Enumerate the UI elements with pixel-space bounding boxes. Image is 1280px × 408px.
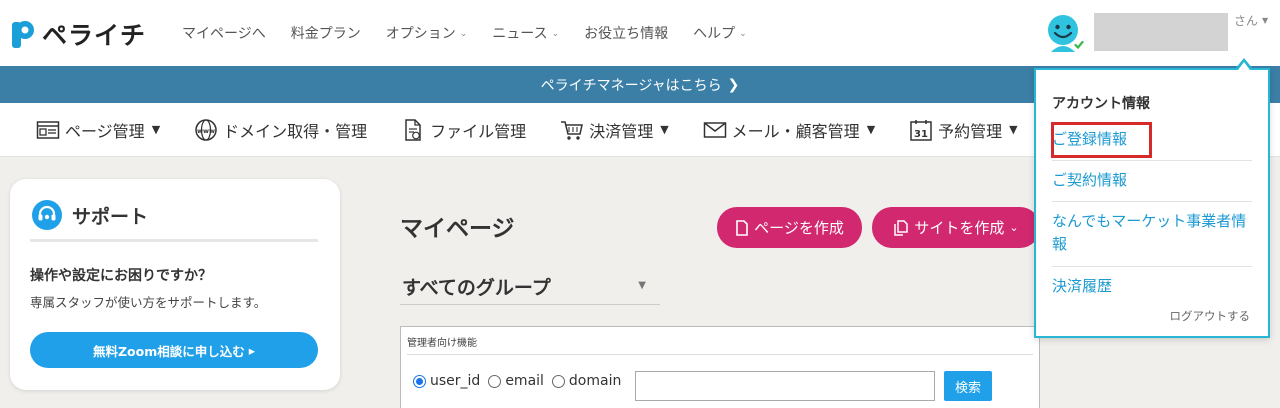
divider	[1052, 201, 1252, 202]
nav-label: ヘルプ	[693, 26, 736, 42]
logout-link[interactable]: ログアウトする	[1170, 308, 1251, 324]
radio-label: user_id	[430, 373, 481, 389]
divider	[1052, 160, 1252, 161]
chevron-down-icon: ⌄	[1009, 221, 1019, 234]
divider	[407, 354, 1033, 355]
tool-reservation[interactable]: 31 予約管理 ▼	[909, 118, 1018, 142]
chevron-down-icon: ⌄	[459, 29, 468, 39]
top-nav: マイページへ 料金プラン オプション ⌄ ニュース ⌄ お役立ち情報 ヘルプ ⌄	[182, 0, 772, 66]
create-site-label: サイトを作成	[914, 219, 1005, 237]
support-description: 専属スタッフが使い方をサポートします。	[30, 295, 267, 310]
dropdown-heading: アカウント情報	[1052, 96, 1150, 112]
nav-label: マイページへ	[182, 26, 266, 42]
create-site-button[interactable]: サイトを作成 ⌄	[872, 207, 1040, 248]
search-type-radios: user_id email domain	[413, 373, 629, 389]
logo-text: ペライチ	[42, 21, 147, 50]
headset-icon	[32, 200, 62, 230]
calendar-day: 31	[914, 129, 928, 140]
menu-item-payment-history[interactable]: 決済履歴	[1052, 275, 1252, 298]
tool-page-management[interactable]: ページ管理 ▼	[36, 118, 160, 142]
user-avatar-icon[interactable]	[1044, 12, 1086, 54]
tool-label: メール・顧客管理	[731, 121, 860, 141]
admin-title: 管理者向け機能	[407, 338, 477, 349]
create-page-label: ページを作成	[754, 219, 844, 237]
chevron-down-icon: ▼	[660, 123, 669, 136]
nav-help[interactable]: ヘルプ ⌄	[693, 23, 747, 43]
copy-pages-icon	[894, 219, 909, 236]
nav-mypage[interactable]: マイページへ	[182, 23, 266, 43]
file-icon	[405, 118, 421, 141]
top-header: ペライチ マイページへ 料金プラン オプション ⌄ ニュース ⌄ お役立ち情報 ヘル…	[0, 0, 1280, 66]
tool-domain[interactable]: www ドメイン取得・管理	[194, 118, 367, 142]
cart-icon	[561, 120, 584, 140]
tool-payment[interactable]: 決済管理 ▼	[560, 118, 669, 142]
nav-label: 料金プラン	[290, 26, 361, 42]
admin-search-button[interactable]: 検索	[944, 371, 992, 401]
calendar-icon: 31	[910, 119, 932, 141]
tool-label: 予約管理	[938, 121, 1003, 141]
logo[interactable]: ペライチ	[10, 16, 146, 52]
group-select[interactable]: すべてのグループ ▼	[400, 270, 660, 305]
radio-button[interactable]	[413, 374, 426, 388]
radio-email[interactable]: email	[488, 373, 544, 389]
chevron-down-icon: ⌄	[739, 29, 747, 39]
account-dropdown: アカウント情報 ご登録情報 ご契約情報 なんでもマーケット事業者情報 決済履歴 …	[1034, 68, 1270, 338]
menu-item-contract-info[interactable]: ご契約情報	[1052, 169, 1252, 192]
chevron-down-icon: ▼	[866, 123, 876, 136]
chevron-down-icon: ▼	[1009, 123, 1018, 136]
page-icon	[36, 120, 60, 139]
tool-label: ドメイン取得・管理	[223, 121, 368, 141]
chevron-right-icon: ❯	[727, 76, 740, 93]
menu-item-market-business-info[interactable]: なんでもマーケット事業者情報	[1052, 210, 1252, 256]
radio-domain[interactable]: domain	[551, 373, 622, 389]
logo-mark-icon	[12, 21, 34, 48]
chevron-down-icon: ⌄	[551, 29, 560, 39]
highlight-box	[1051, 122, 1152, 158]
radio-button[interactable]	[551, 374, 565, 388]
radio-user-id[interactable]: user_id	[413, 373, 480, 389]
nav-label: お役立ち情報	[584, 26, 669, 42]
create-page-button[interactable]: ページを作成	[717, 207, 862, 248]
tool-file[interactable]: ファイル管理	[401, 118, 526, 142]
svg-text:www: www	[197, 127, 215, 135]
chevron-down-icon: ▼	[151, 123, 161, 136]
nav-label: オプション	[385, 26, 456, 42]
radio-button[interactable]	[488, 374, 502, 388]
support-title: サポート	[72, 205, 149, 228]
support-question: 操作や設定にお困りですか？	[30, 268, 212, 284]
user-menu-toggle[interactable]: さん ▼	[1234, 12, 1268, 29]
www-globe-icon: www	[195, 118, 217, 141]
banner-text: ペライチマネージャはこちら	[540, 77, 722, 94]
radio-label: domain	[568, 373, 622, 389]
admin-panel: 管理者向け機能 user_id email domain 検索	[400, 326, 1040, 408]
page-title: マイページ	[400, 216, 515, 242]
admin-search-input[interactable]	[635, 371, 935, 401]
nav-tips[interactable]: お役立ち情報	[584, 23, 668, 43]
zoom-button-label: 無料Zoom相談に申し込む	[92, 343, 245, 359]
divider	[1052, 266, 1252, 267]
tool-label: ページ管理	[65, 121, 145, 141]
support-header: サポート	[32, 200, 148, 230]
nav-pricing[interactable]: 料金プラン	[291, 23, 361, 43]
nav-options[interactable]: オプション ⌄	[386, 23, 468, 43]
document-icon	[736, 219, 748, 236]
tool-mail-customer[interactable]: メール・顧客管理 ▼	[703, 118, 875, 142]
caret-down-icon: ▼	[638, 280, 646, 291]
dropdown-pointer-inner	[1238, 62, 1250, 70]
nav-label: ニュース	[492, 26, 548, 42]
radio-label: email	[505, 373, 544, 389]
tool-label: 決済管理	[589, 121, 654, 141]
username-redacted	[1094, 13, 1228, 51]
user-suffix: さん	[1234, 14, 1259, 28]
caret-down-icon: ▼	[1262, 16, 1269, 25]
group-select-value: すべてのグループ	[402, 277, 551, 299]
support-card: サポート 操作や設定にお困りですか？ 専属スタッフが使い方をサポートします。 無…	[10, 179, 340, 390]
divider	[30, 239, 318, 242]
nav-news[interactable]: ニュース ⌄	[492, 23, 559, 43]
zoom-consult-button[interactable]: 無料Zoom相談に申し込む ▸	[30, 332, 318, 368]
mail-icon	[703, 121, 726, 138]
tool-label: ファイル管理	[430, 121, 527, 141]
triangle-right-icon: ▸	[248, 342, 256, 358]
